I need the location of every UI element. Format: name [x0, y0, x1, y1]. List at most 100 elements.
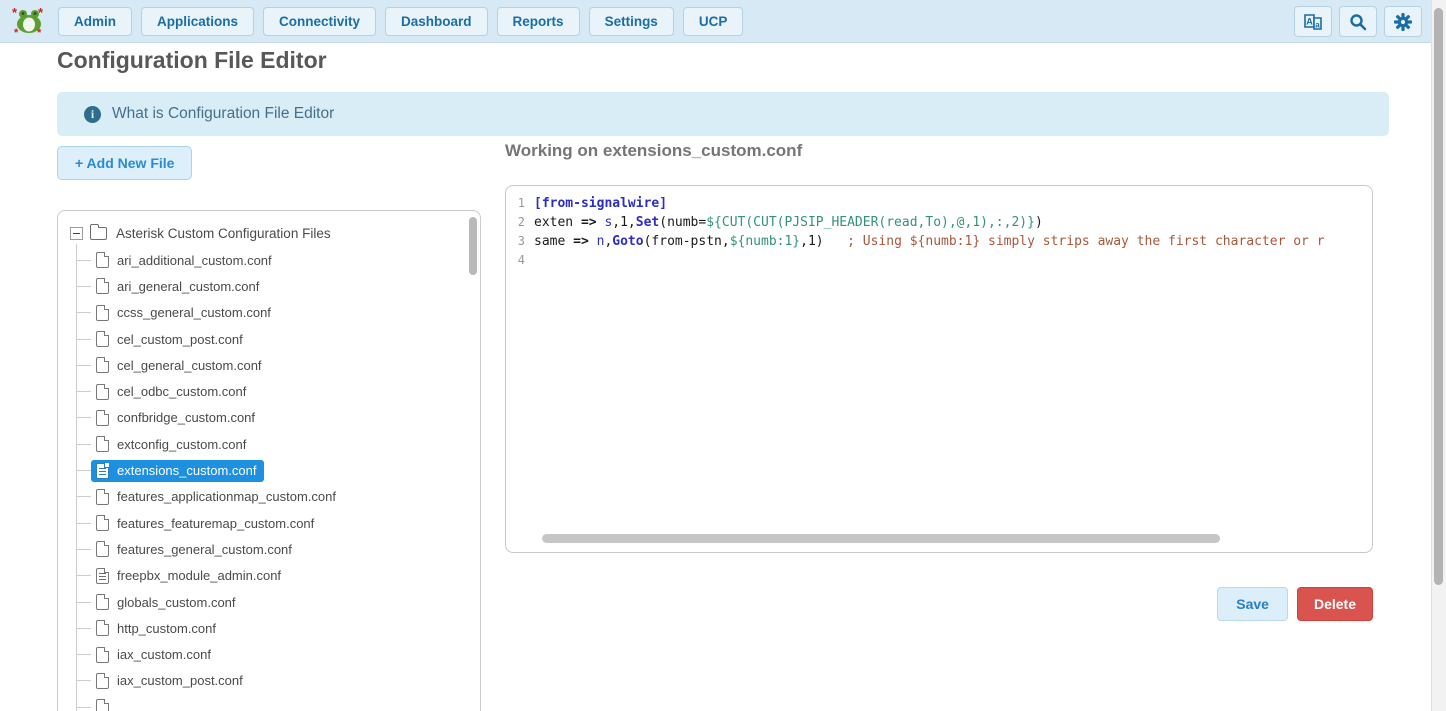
tree-connector — [76, 496, 91, 497]
search-button[interactable] — [1339, 6, 1377, 37]
language-button[interactable]: A a — [1294, 6, 1332, 37]
file-icon — [96, 699, 109, 711]
language-icon: A a — [1303, 13, 1323, 31]
tree-connector — [76, 312, 91, 313]
tree-root-asterisk-custom-configuration-files[interactable]: Asterisk Custom Configuration Files — [70, 219, 480, 247]
tree-item-label: confbridge_custom.conf — [117, 410, 255, 425]
code-line-3[interactable]: 3same => n,Goto(from-pstn,${numb:1},1) ;… — [506, 232, 1368, 251]
token-func: Goto — [612, 234, 643, 249]
tree-item-cel_custom_post.conf[interactable]: cel_custom_post.conf — [76, 326, 480, 352]
add-new-file-button[interactable]: + Add New File — [57, 146, 192, 180]
svg-text:*: * — [12, 5, 18, 20]
tree-item-label: iax_custom_post.conf — [117, 673, 243, 688]
editor-action-buttons: Save Delete — [505, 587, 1373, 621]
nav-right-icons: A a — [1294, 6, 1422, 37]
code-editor[interactable]: 1[from-signalwire]2exten => s,1,Set(numb… — [505, 185, 1373, 553]
top-navbar: * * * * Admin Applications Connectivity Das… — [0, 0, 1446, 43]
tree-connector — [76, 523, 91, 524]
svg-text:*: * — [38, 5, 44, 20]
settings-button[interactable] — [1384, 6, 1422, 37]
tree-scrollbar-thumb[interactable] — [469, 217, 477, 275]
token-plain: ,1) — [800, 234, 823, 249]
token-plain: (numb= — [659, 215, 706, 230]
file-icon — [96, 410, 109, 426]
tree-connector — [76, 339, 91, 340]
tree-connector — [76, 680, 91, 681]
tree-item-iax_custom.conf[interactable]: iax_custom.conf — [76, 641, 480, 667]
tree-connector — [76, 549, 91, 550]
save-button[interactable]: Save — [1217, 587, 1288, 621]
tree-item-http_custom.conf[interactable]: http_custom.conf — [76, 615, 480, 641]
tree-item-freepbx_module_admin.conf[interactable]: freepbx_module_admin.conf — [76, 563, 480, 589]
editor-horizontal-scrollbar-thumb[interactable] — [542, 534, 1220, 543]
file-icon — [96, 305, 109, 321]
token-var: ${numb:1} — [730, 234, 800, 249]
tree-item-label: cel_general_custom.conf — [117, 358, 262, 373]
token-plain: same — [534, 234, 573, 249]
code-line-2[interactable]: 2exten => s,1,Set(numb=${CUT(CUT(PJSIP_H… — [506, 213, 1368, 232]
tree-item-ari_general_custom.conf[interactable]: ari_general_custom.conf — [76, 273, 480, 299]
tree-item-globals_custom.conf[interactable]: globals_custom.conf — [76, 589, 480, 615]
code-line-content: exten => s,1,Set(numb=${CUT(CUT(PJSIP_HE… — [534, 213, 1043, 232]
tree-connector — [76, 260, 91, 261]
tree-item-cel_odbc_custom.conf[interactable]: cel_odbc_custom.conf — [76, 378, 480, 404]
freepbx-frog-logo[interactable]: * * * * — [12, 5, 46, 37]
tree-children: ari_additional_custom.conf ari_general_cu… — [76, 247, 480, 711]
tree-item-extconfig_custom.conf[interactable]: extconfig_custom.conf — [76, 431, 480, 457]
window-scrollbar-track[interactable] — [1431, 0, 1446, 711]
tree-connector — [76, 391, 91, 392]
tree-item-label: cel_odbc_custom.conf — [117, 384, 246, 399]
info-bar[interactable]: i What is Configuration File Editor — [57, 92, 1389, 136]
token-plain: ,1, — [612, 215, 635, 230]
line-number: 3 — [506, 232, 534, 251]
file-icon — [96, 252, 109, 268]
token-func: Set — [636, 215, 659, 230]
token-comment: ; Using ${numb:1} simply strips away the… — [847, 234, 1324, 249]
tree-item-partial[interactable] — [76, 694, 480, 711]
tree-item-features_featuremap_custom.conf[interactable]: features_featuremap_custom.conf — [76, 510, 480, 536]
tree-connector — [76, 365, 91, 366]
tree-connector — [76, 286, 91, 287]
file-lines-icon — [96, 568, 109, 584]
window-scrollbar-thumb[interactable] — [1434, 8, 1443, 585]
tree-item-ari_additional_custom.conf[interactable]: ari_additional_custom.conf — [76, 247, 480, 273]
file-lines-icon — [96, 463, 109, 479]
freepbx-admin-page: * * * * Admin Applications Connectivity Das… — [0, 0, 1446, 711]
tree-item-extensions_custom.conf[interactable]: extensions_custom.conf — [76, 457, 480, 483]
nav-item-reports[interactable]: Reports — [497, 7, 580, 36]
info-bar-text: What is Configuration File Editor — [112, 105, 334, 123]
page-title: Configuration File Editor — [57, 47, 327, 74]
tree-item-label: ari_general_custom.conf — [117, 279, 259, 294]
nav-items: Admin Applications Connectivity Dashboard Re… — [58, 7, 743, 36]
token-plain: (from-pstn, — [644, 234, 730, 249]
tree-item-confbridge_custom.conf[interactable]: confbridge_custom.conf — [76, 405, 480, 431]
tree-connector — [76, 417, 91, 418]
line-number: 4 — [506, 251, 534, 270]
nav-item-dashboard[interactable]: Dashboard — [385, 7, 488, 36]
tree-item-label: features_applicationmap_custom.conf — [117, 489, 336, 504]
code-line-4[interactable]: 4 — [506, 251, 1368, 270]
nav-item-ucp[interactable]: UCP — [683, 7, 744, 36]
token-plain — [589, 234, 597, 249]
tree-item-label: features_featuremap_custom.conf — [117, 516, 314, 531]
nav-item-settings[interactable]: Settings — [589, 7, 674, 36]
svg-text:*: * — [14, 27, 19, 37]
code-line-1[interactable]: 1[from-signalwire] — [506, 194, 1368, 213]
tree-item-features_general_custom.conf[interactable]: features_general_custom.conf — [76, 536, 480, 562]
token-op: => — [581, 215, 597, 230]
tree-item-features_applicationmap_custom.conf[interactable]: features_applicationmap_custom.conf — [76, 484, 480, 510]
token-plain: ) — [1035, 215, 1043, 230]
tree-item-cel_general_custom.conf[interactable]: cel_general_custom.conf — [76, 352, 480, 378]
delete-button[interactable]: Delete — [1297, 587, 1373, 621]
nav-item-connectivity[interactable]: Connectivity — [263, 7, 376, 36]
collapse-expander-icon[interactable] — [70, 227, 83, 240]
nav-item-applications[interactable]: Applications — [141, 7, 254, 36]
file-icon — [96, 673, 109, 689]
tree-item-ccss_general_custom.conf[interactable]: ccss_general_custom.conf — [76, 300, 480, 326]
tree-item-iax_custom_post.conf[interactable]: iax_custom_post.conf — [76, 668, 480, 694]
tree-item-label: extensions_custom.conf — [117, 463, 256, 478]
nav-item-admin[interactable]: Admin — [58, 7, 132, 36]
tree-scrollbar-track[interactable] — [468, 215, 477, 711]
tree-item-label: freepbx_module_admin.conf — [117, 568, 281, 583]
tree-item-label: extconfig_custom.conf — [117, 437, 246, 452]
